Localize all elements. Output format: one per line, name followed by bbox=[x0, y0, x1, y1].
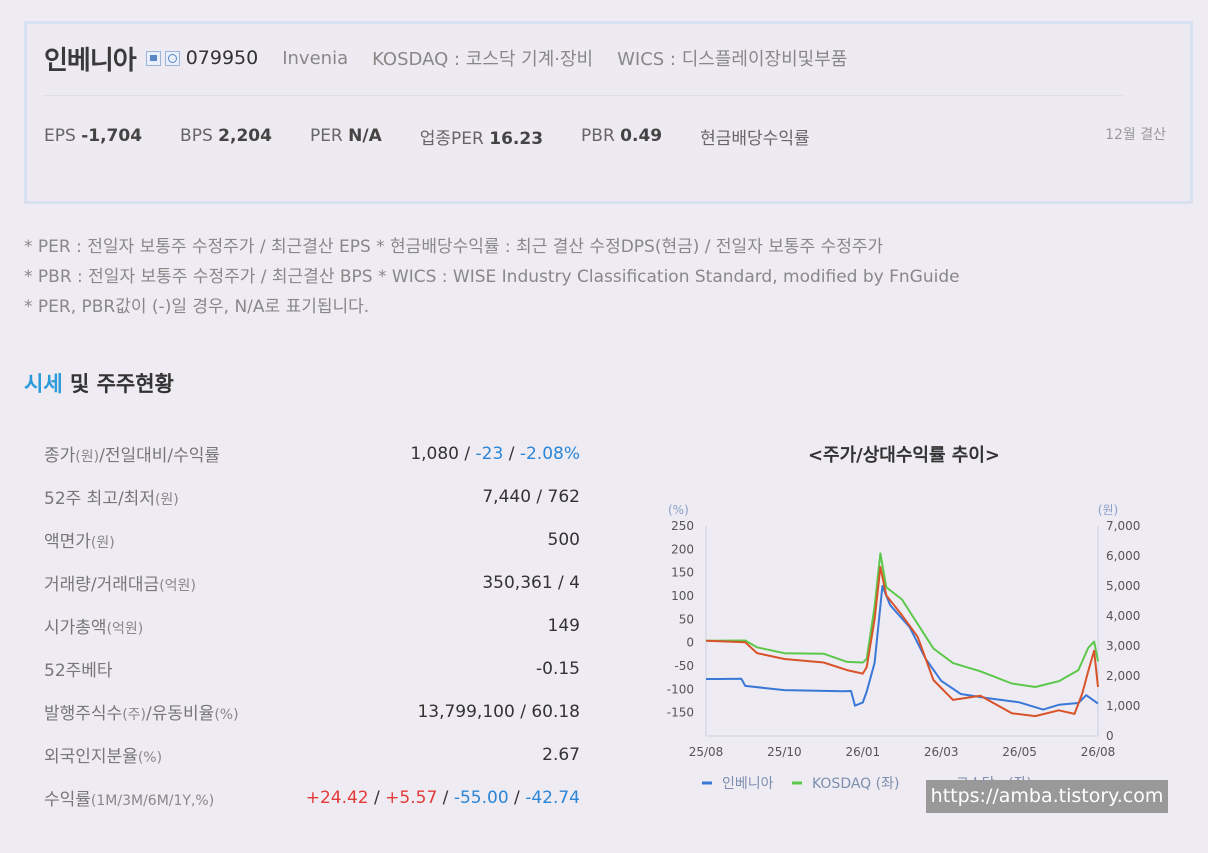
company-title-row: 인베니아 079950 Invenia KOSDAQ : 코스닥 기계·장비 W… bbox=[44, 40, 847, 76]
table-row: 52주베타 -0.15 bbox=[24, 647, 580, 690]
english-name: Invenia bbox=[282, 47, 349, 69]
y-left-tick-label: 200 bbox=[671, 542, 694, 556]
company-name: 인베니아 bbox=[44, 45, 137, 76]
series-line-2 bbox=[705, 565, 1099, 718]
y-left-tick-label: 100 bbox=[671, 589, 694, 603]
table-row: 발행주식수(주)/유동비율(%) 13,799,100 / 60.18 bbox=[24, 690, 580, 733]
y-right-tick-label: 4,000 bbox=[1106, 609, 1140, 623]
row-label: 발행주식수(주)/유동비율(%) bbox=[44, 704, 239, 724]
table-row: 액면가(원) 500 bbox=[24, 518, 580, 561]
chart-title: <주가/상대수익률 추이> bbox=[807, 445, 1001, 466]
x-tick-label: 25/08 bbox=[689, 745, 724, 759]
stock-code: 079950 bbox=[185, 47, 259, 69]
row-value: 2.67 bbox=[542, 744, 580, 765]
y-left-tick-label: -150 bbox=[667, 706, 694, 720]
home-icon[interactable] bbox=[145, 50, 161, 66]
market-info: KOSDAQ : 코스닥 기계·장비 bbox=[372, 49, 594, 70]
price-relative-return-chart: (%) (원) 250 200 150 100 50 0 -50 -100 -150 7,000 6,0… bbox=[667, 503, 1140, 792]
footnote: * PBR : 전일자 보통주 수정주가 / 최근결산 BPS * WICS :… bbox=[24, 267, 960, 287]
row-label: 52주베타 bbox=[44, 661, 113, 681]
table-row: 외국인지분율(%) 2.67 bbox=[24, 733, 580, 776]
row-label: 거래량/거래대금(억원) bbox=[44, 575, 196, 595]
x-tick-label: 26/05 bbox=[1002, 745, 1037, 759]
left-axis-unit: (%) bbox=[668, 503, 689, 517]
industry-per-stat: 업종PER 16.23 bbox=[419, 128, 544, 149]
footnote: * PER, PBR값이 (-)일 경우, N/A로 표기됩니다. bbox=[24, 297, 370, 317]
wics-info: WICS : 디스플레이장비및부품 bbox=[617, 49, 848, 70]
y-left-tick-label: 0 bbox=[686, 636, 694, 650]
row-label: 외국인지분율(%) bbox=[44, 747, 163, 767]
row-value: 149 bbox=[547, 615, 580, 636]
y-right-tick-label: 0 bbox=[1106, 729, 1114, 743]
eps-stat: EPS -1,704 bbox=[44, 126, 143, 146]
x-tick-label: 25/10 bbox=[767, 745, 802, 759]
x-tick-label: 26/08 bbox=[1081, 745, 1116, 759]
row-value: 7,440 / 762 bbox=[482, 486, 580, 507]
y-left-tick-label: 50 bbox=[679, 612, 694, 626]
y-right-tick-label: 3,000 bbox=[1106, 639, 1140, 653]
table-row: 거래량/거래대금(억원) 350,361 / 4 bbox=[24, 561, 580, 604]
table-row: 시가총액(억원) 149 bbox=[24, 604, 580, 647]
bps-stat: BPS 2,204 bbox=[180, 126, 272, 146]
watermark: https://amba.tistory.com bbox=[926, 780, 1168, 813]
x-tick-label: 26/01 bbox=[846, 745, 881, 759]
table-row: 52주 최고/최저(원) 7,440 / 762 bbox=[24, 475, 580, 518]
row-value: +24.42 / +5.57 / -55.00 / -42.74 bbox=[305, 787, 580, 808]
y-right-tick-label: 1,000 bbox=[1106, 699, 1140, 713]
table-row: 수익률(1M/3M/6M/1Y,%) +24.42 / +5.57 / -55.0… bbox=[24, 776, 580, 819]
row-label: 액면가(원) bbox=[44, 532, 115, 552]
footnotes: * PER : 전일자 보통주 수정주가 / 최근결산 EPS * 현금배당수익… bbox=[24, 232, 960, 322]
y-left-tick-label: -100 bbox=[667, 682, 694, 696]
row-label: 수익률(1M/3M/6M/1Y,%) bbox=[44, 790, 215, 810]
row-label: 52주 최고/최저(원) bbox=[44, 489, 179, 509]
series-line-1 bbox=[705, 552, 1099, 688]
row-value: 13,799,100 / 60.18 bbox=[417, 701, 580, 722]
x-tick-label: 26/03 bbox=[924, 745, 959, 759]
y-right-tick-label: 5,000 bbox=[1106, 579, 1140, 593]
dividend-yield-label: 현금배당수익률 bbox=[700, 128, 810, 149]
table-row: 종가(원)/전일대비/수익률 1,080 / -23 / -2.08% bbox=[24, 432, 580, 475]
y-right-tick-label: 7,000 bbox=[1106, 519, 1140, 533]
phone-icon[interactable] bbox=[164, 50, 180, 66]
market-info-table: 종가(원)/전일대비/수익률 1,080 / -23 / -2.08% 52주 최고… bbox=[24, 432, 580, 819]
section-title: 시세 및 주주현황 bbox=[24, 372, 174, 396]
per-stat: PER N/A bbox=[309, 126, 382, 146]
row-label: 시가총액(억원) bbox=[44, 618, 144, 638]
right-axis-unit: (원) bbox=[1098, 503, 1118, 517]
pbr-stat: PBR 0.49 bbox=[581, 126, 663, 146]
legend-label-0: 인베니아 bbox=[722, 776, 774, 792]
series-line-0 bbox=[706, 585, 1099, 711]
row-value: 500 bbox=[547, 529, 580, 550]
y-right-tick-label: 6,000 bbox=[1106, 549, 1140, 563]
valuation-stats: EPS -1,704 BPS 2,204 PER N/A 업종PER 16.23… bbox=[44, 120, 848, 152]
row-label: 종가(원)/전일대비/수익률 bbox=[44, 446, 221, 466]
divider bbox=[43, 95, 1123, 96]
row-value: 350,361 / 4 bbox=[482, 572, 580, 593]
y-right-tick-label: 2,000 bbox=[1106, 669, 1140, 683]
footnote: * PER : 전일자 보통주 수정주가 / 최근결산 EPS * 현금배당수익… bbox=[24, 237, 884, 257]
row-value: 1,080 / -23 / -2.08% bbox=[410, 443, 580, 464]
y-left-tick-label: -50 bbox=[674, 659, 694, 673]
y-left-tick-label: 250 bbox=[671, 519, 694, 533]
legend-label-1: KOSDAQ (좌) bbox=[812, 776, 899, 792]
y-left-tick-label: 150 bbox=[671, 566, 694, 580]
row-value: -0.15 bbox=[536, 658, 580, 679]
settlement-month: 12월 결산 bbox=[1105, 127, 1166, 143]
